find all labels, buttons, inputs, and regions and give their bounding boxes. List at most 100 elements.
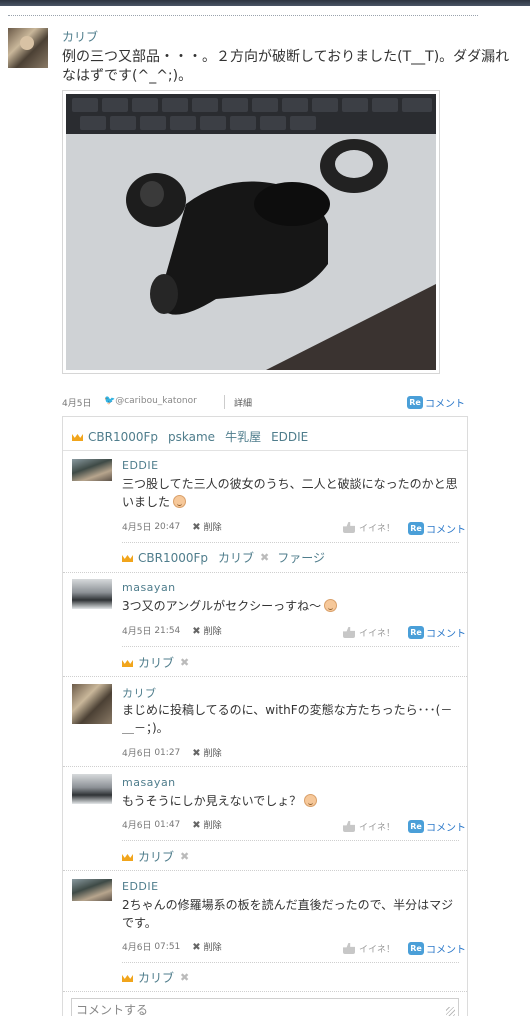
liker-name[interactable]: ファージ — [277, 549, 325, 566]
re-icon: Re — [407, 396, 423, 409]
divider — [122, 840, 459, 841]
divider — [122, 542, 459, 543]
reply-label: コメント — [426, 525, 466, 536]
comment-author[interactable]: EDDIE — [122, 880, 159, 893]
commenter-avatar[interactable] — [72, 879, 112, 901]
comment-likers: カリブ ✖ — [122, 969, 197, 986]
comment-thread: CBR1000Fp pskame 牛乳屋 EDDIE EDDIE 三つ股してた三… — [62, 416, 468, 1016]
delete-label: 削除 — [203, 821, 222, 831]
comment-body: もうそうにしか見えないでしょ？ — [122, 794, 302, 808]
twitter-bird-icon: 🐦 — [104, 396, 116, 406]
remove-x-icon[interactable]: ✖ — [180, 850, 189, 863]
delete-x-icon: ✖ — [192, 626, 201, 637]
commenter-avatar[interactable] — [72, 579, 112, 609]
liker-name[interactable]: pskame — [168, 430, 215, 444]
reply-button[interactable]: Re コメント — [408, 941, 466, 956]
like-label: イイネ！ — [359, 524, 396, 534]
divider — [122, 646, 459, 647]
crown-icon — [122, 553, 133, 562]
top-navigation-bar — [0, 0, 530, 6]
remove-x-icon[interactable]: ✖ — [260, 551, 269, 564]
commenter-avatar[interactable] — [72, 684, 112, 724]
post-meta: 4月5日 🐦@caribou_katonor 詳細 — [62, 395, 466, 410]
delete-button[interactable]: ✖ 削除 — [192, 624, 221, 637]
liker-name[interactable]: EDDIE — [271, 430, 308, 444]
remove-x-icon[interactable]: ✖ — [180, 656, 189, 669]
liker-name[interactable]: 牛乳屋 — [225, 428, 261, 445]
comment-author[interactable]: masayan — [122, 581, 176, 594]
remove-x-icon[interactable]: ✖ — [180, 971, 189, 984]
like-button[interactable]: イイネ！ — [343, 820, 395, 833]
detail-link[interactable]: 詳細 — [234, 396, 252, 409]
liker-name[interactable]: カリブ — [138, 848, 174, 865]
commenter-avatar[interactable] — [72, 459, 112, 481]
comment-meta: 4月5日 20:47 ✖ 削除 — [122, 520, 222, 534]
smile-emoji-icon — [173, 495, 187, 508]
comment-date: 4月6日 — [122, 821, 152, 831]
comment-time: 07:51 — [154, 941, 181, 952]
comment-input[interactable]: コメントする — [71, 998, 459, 1016]
reply-button[interactable]: Re コメント — [408, 521, 466, 536]
twitter-link[interactable]: 🐦@caribou_katonor — [104, 396, 197, 406]
comment-text: もうそうにしか見えないでしょ？ — [122, 792, 462, 810]
comment-author[interactable]: masayan — [122, 776, 176, 789]
author-avatar[interactable] — [8, 28, 48, 68]
delete-label: 削除 — [203, 943, 222, 953]
post-text: 例の三つ又部品・・・。２方向が破断しておりました(T__T)。ダダ漏れなはずです… — [62, 49, 510, 84]
divider — [63, 450, 467, 451]
commenter-avatar[interactable] — [72, 774, 112, 804]
liker-name[interactable]: CBR1000Fp — [138, 551, 208, 565]
like-button[interactable]: イイネ！ — [343, 626, 395, 639]
reply-button[interactable]: Re コメント — [408, 625, 466, 640]
delete-x-icon: ✖ — [192, 820, 201, 831]
post-author[interactable]: カリブ — [62, 28, 98, 45]
delete-button[interactable]: ✖ 削除 — [192, 818, 221, 831]
comment-date: 4月5日 — [122, 627, 152, 637]
comment-text: 三つ股してた三人の彼女のうち、二人と破談になったのかと思いました — [122, 475, 462, 511]
comment-meta: 4月6日 01:27 ✖ 削除 — [122, 746, 222, 760]
meta-separator — [224, 395, 225, 409]
divider — [63, 676, 467, 677]
delete-button[interactable]: ✖ 削除 — [192, 520, 221, 533]
thumbs-up-icon — [343, 522, 355, 533]
comment-time: 21:54 — [154, 625, 181, 636]
liker-name[interactable]: カリブ — [138, 654, 174, 671]
reply-button[interactable]: Re コメント — [408, 819, 466, 834]
post-photo[interactable] — [62, 90, 440, 374]
crown-icon — [122, 658, 133, 667]
comment-text: まじめに投稿してるのに、withFの変態な方たちったら･･･(－＿－；)。 — [122, 703, 453, 735]
like-button[interactable]: イイネ！ — [343, 942, 395, 955]
twitter-handle: @caribou_katonor — [115, 396, 197, 406]
reply-label: コメント — [426, 945, 466, 956]
delete-label: 削除 — [203, 749, 222, 759]
like-label: イイネ！ — [359, 629, 396, 639]
divider — [63, 870, 467, 871]
comment-author[interactable]: EDDIE — [122, 459, 159, 472]
liker-name[interactable]: カリブ — [218, 549, 254, 566]
delete-x-icon: ✖ — [192, 748, 201, 759]
thumbs-up-icon — [343, 943, 355, 954]
delete-label: 削除 — [203, 523, 222, 533]
like-button[interactable]: イイネ！ — [343, 521, 395, 534]
post-comment-button[interactable]: Re コメント — [407, 395, 465, 410]
liker-name[interactable]: カリブ — [138, 969, 174, 986]
delete-x-icon: ✖ — [192, 942, 201, 953]
post-date[interactable]: 4月5日 — [62, 396, 91, 409]
like-label: イイネ！ — [359, 823, 396, 833]
liker-name[interactable]: CBR1000Fp — [88, 430, 158, 444]
delete-button[interactable]: ✖ 削除 — [192, 940, 221, 953]
comment-likers: カリブ ✖ — [122, 654, 197, 671]
comment-date: 4月5日 — [122, 523, 152, 533]
divider — [63, 572, 467, 573]
comment-author[interactable]: カリブ — [122, 685, 157, 701]
comment-meta: 4月5日 21:54 ✖ 削除 — [122, 624, 222, 638]
delete-x-icon: ✖ — [192, 522, 201, 533]
smile-emoji-icon — [304, 794, 318, 807]
reply-label: コメント — [426, 823, 466, 834]
comment-likers: カリブ ✖ — [122, 848, 197, 865]
re-icon: Re — [408, 942, 424, 955]
comment-time: 01:27 — [154, 747, 181, 758]
delete-button[interactable]: ✖ 削除 — [192, 746, 221, 759]
divider — [63, 991, 467, 992]
resize-grip-icon[interactable] — [446, 1007, 455, 1016]
